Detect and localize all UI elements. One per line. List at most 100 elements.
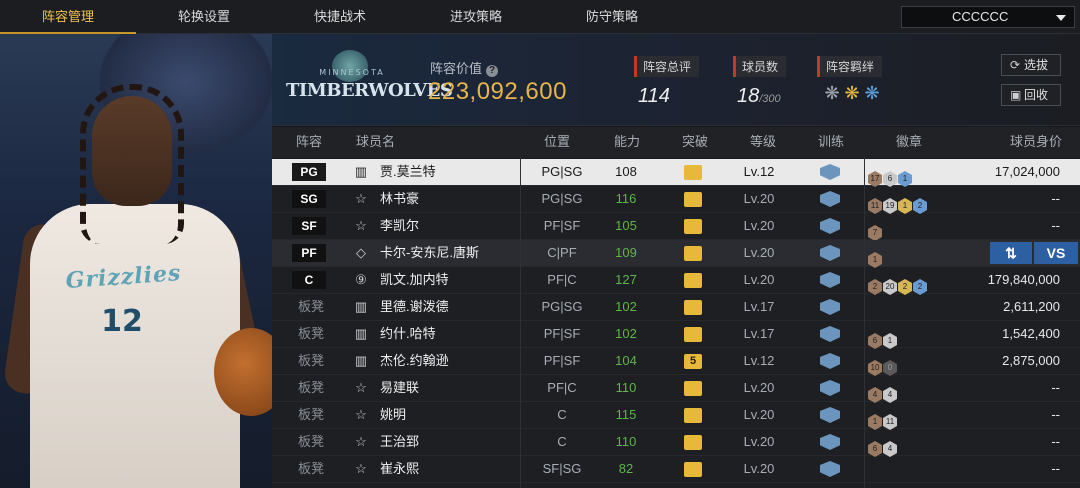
training-crown-icon[interactable] [820,353,840,369]
player-worth: 2,611,200 [1003,299,1060,314]
breakthrough-crown-icon[interactable] [684,381,702,396]
lineup-slot-tag[interactable]: PG [292,163,326,181]
bond-silver-icon[interactable]: ❋ [823,83,843,104]
breakthrough-crown-icon[interactable] [684,165,702,180]
table-row[interactable]: 板凳 ☆ 王治郅 C 110 Lv.20 6 4 -- [272,429,1080,457]
badge-icon: 0 [883,360,897,376]
player-name[interactable]: 李凯尔 [380,213,419,239]
breakthrough-crown-icon[interactable] [684,435,702,450]
tab-rotation[interactable]: 轮换设置 [136,0,272,34]
tab-quick-tactics[interactable]: 快捷战术 [272,0,408,34]
player-ability: 110 [615,380,637,395]
badge-icon: 6 [868,441,882,457]
badge-list[interactable]: 10 0 [868,353,898,376]
lineup-slot-tag[interactable]: PF [292,244,326,262]
player-ability: 102 [615,326,637,341]
player-ability: 108 [615,164,637,179]
breakthrough-crown-icon[interactable] [684,408,702,423]
bond-icons[interactable]: ❋ ❋ ❋ [823,83,883,104]
player-name[interactable]: 王治郅 [380,429,419,455]
badge-icon: 19 [883,198,897,214]
table-row[interactable]: SF ☆ 李凯尔 PF|SF 105 Lv.20 7 -- [272,213,1080,241]
badge-icon: 2 [913,198,927,214]
table-row[interactable]: 板凳 ☆ 崔永熙 SF|SG 82 Lv.20 -- [272,456,1080,483]
badge-list[interactable]: 61 [868,326,898,349]
tab-offense[interactable]: 进攻策略 [408,0,544,34]
swap-button[interactable]: ⇅ [990,242,1032,264]
tab-lineup[interactable]: 阵容管理 [0,0,136,34]
breakthrough-crown-icon[interactable] [684,246,702,261]
player-name[interactable]: 姚明 [380,402,406,428]
tab-defense[interactable]: 防守策略 [544,0,680,34]
team-select-dropdown[interactable]: CCCCCC [901,6,1075,28]
table-row[interactable]: PG ▥ 贾.莫兰特 PG|SG 108 Lv.12 17 6 1 17,024,000 [272,159,1080,187]
vs-compare-button[interactable]: VS [1034,242,1078,264]
lineup-slot-tag[interactable]: SG [292,190,326,208]
bond-blue-icon[interactable]: ❋ [863,83,883,104]
table-row[interactable]: PF ◇ 卡尔-安东尼.唐斯 C|PF 109 Lv.20 1 ⇅ VS [272,240,1080,268]
header-breakthrough: 突破 [682,134,709,149]
table-row[interactable]: 板凳 ▥ 约什.哈特 PF|SF 102 Lv.17 6 1 1,542,400 [272,321,1080,349]
training-crown-icon[interactable] [820,326,840,342]
header-worth: 球员身价 [1010,134,1063,149]
help-icon[interactable]: ? [486,65,499,77]
breakthrough-crown-icon[interactable]: 5 [684,354,702,369]
select-button[interactable]: ⟳ 选拔 [1001,54,1061,76]
breakthrough-crown-icon[interactable] [684,192,702,207]
player-name[interactable]: 易建联 [380,375,419,401]
player-name[interactable]: 里德.谢泼德 [380,294,449,320]
table-row[interactable]: C ⑨ 凯文.加内特 PF|C 127 Lv.20 2 20 2 2 179,840,000 [272,267,1080,295]
training-crown-icon[interactable] [820,407,840,423]
table-row[interactable]: 板凳 ☆ 姚明 C 115 Lv.20 1 11 -- [272,402,1080,430]
badge-list[interactable]: 64 [868,434,898,457]
breakthrough-crown-icon[interactable] [684,327,702,342]
badge-icon: 11 [868,198,882,214]
player-name[interactable]: 林书豪 [380,186,419,212]
player-name[interactable]: 贾.莫兰特 [380,159,436,185]
lineup-slot-tag[interactable]: SF [292,217,326,235]
table-row[interactable]: 板凳 ▥ 里德.谢泼德 PG|SG 102 Lv.17 2,611,200 [272,294,1080,321]
badge-list[interactable]: 17 6 1 [868,164,913,187]
bond-gold-icon[interactable]: ❋ [843,83,863,104]
lineup-rating-box: 阵容总评 114 [634,56,700,108]
training-crown-icon[interactable] [820,272,840,288]
breakthrough-crown-icon[interactable] [684,273,702,288]
badge-list[interactable]: 11 19 1 2 [868,191,928,214]
header-level: 等级 [750,134,777,149]
roster-table: 阵容 球员名 位置 能力 突破 等级 训练 徽章 球员身价 PG ▥ 贾.莫兰特 PG… [272,127,1080,488]
player-name[interactable]: 凯文.加内特 [380,267,449,293]
recycle-button[interactable]: ▣ 回收 [1001,84,1061,106]
badge-list[interactable]: 1 11 [868,407,898,430]
training-crown-icon[interactable] [820,461,840,477]
badge-icon: 1 [898,198,912,214]
training-crown-icon[interactable] [820,380,840,396]
breakthrough-crown-icon[interactable] [684,462,702,477]
training-crown-icon[interactable] [820,191,840,207]
player-ability: 109 [615,245,637,260]
player-name[interactable]: 约什.哈特 [380,321,436,347]
lineup-slot-tag[interactable]: C [292,271,326,289]
training-crown-icon[interactable] [820,218,840,234]
table-row[interactable]: SG ☆ 林书豪 PG|SG 116 Lv.20 11 19 1 2 -- [272,186,1080,214]
badge-list[interactable]: 44 [868,380,898,403]
breakthrough-crown-icon[interactable] [684,300,702,315]
wolf-logo-icon [332,50,368,82]
player-worth: -- [1051,434,1060,449]
table-row[interactable]: 板凳 ☆ 易建联 PF|C 110 Lv.20 4 4 -- [272,375,1080,403]
training-crown-icon[interactable] [820,164,840,180]
player-name[interactable]: 崔永熙 [380,456,419,482]
training-crown-icon[interactable] [820,299,840,315]
training-crown-icon[interactable] [820,434,840,450]
badge-list[interactable]: 1 [868,245,883,268]
player-worth: -- [1051,461,1060,476]
player-rarity-icon: ⑨ [355,272,367,287]
badge-list[interactable]: 7 [868,218,883,241]
training-crown-icon[interactable] [820,245,840,261]
bench-slot-label: 板凳 [298,434,325,449]
player-portrait: Grizzlies 12 [0,34,272,488]
player-name[interactable]: 杰伦.约翰逊 [380,348,449,374]
breakthrough-crown-icon[interactable] [684,219,702,234]
player-name[interactable]: 卡尔-安东尼.唐斯 [380,240,479,266]
badge-list[interactable]: 2 20 2 2 [868,272,928,295]
table-row[interactable]: 板凳 ▥ 杰伦.约翰逊 PF|SF 104 5 Lv.12 10 0 2,875,000 [272,348,1080,376]
